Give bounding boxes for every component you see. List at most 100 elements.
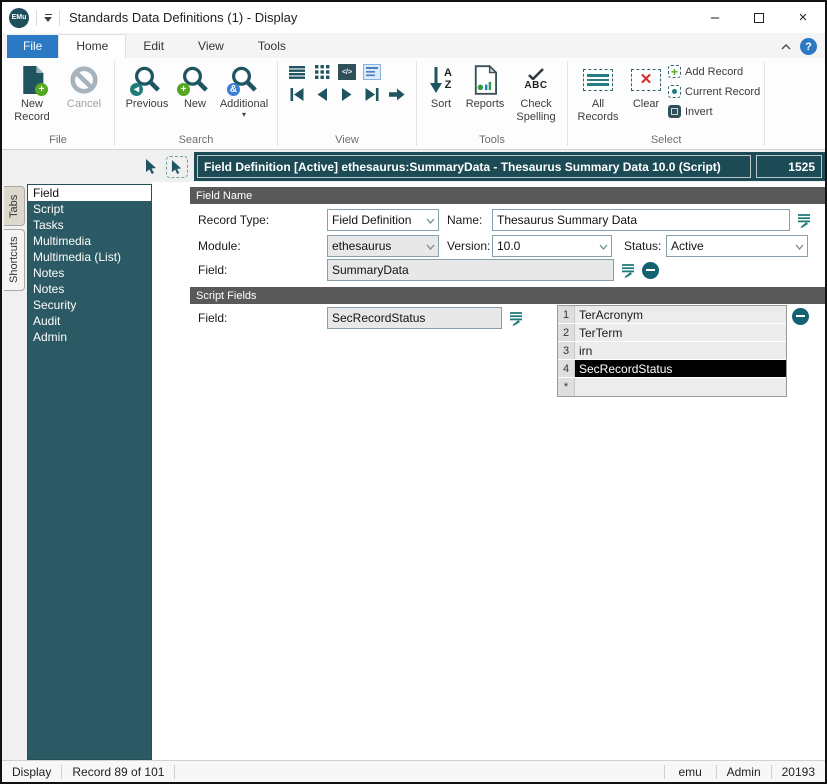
maximize-button[interactable] (737, 2, 781, 33)
record-summary-title: Field Definition [Active] ethesaurus:Sum… (197, 155, 751, 178)
sidebar-item-tasks[interactable]: Tasks (28, 217, 151, 233)
new-record-icon: + (18, 62, 46, 98)
row-number: 2 (558, 324, 575, 341)
invert-selection-button[interactable]: Invert (668, 103, 760, 120)
emu-app-icon[interactable]: EMu (9, 8, 29, 28)
side-tab-strip: Tabs Shortcuts (2, 182, 27, 760)
maximize-icon (754, 13, 764, 23)
status-select[interactable]: Active (666, 235, 808, 257)
previous-record-icon[interactable] (313, 86, 331, 102)
sidebar-item-multimedia[interactable]: Multimedia (28, 233, 151, 249)
group-label-tools: Tools (421, 134, 563, 149)
new-search-button[interactable]: + New (175, 61, 215, 111)
sort-button[interactable]: AZ Sort (421, 61, 461, 111)
plus-icon: + (35, 83, 48, 96)
script-field-field[interactable]: SecRecordStatus (327, 307, 502, 329)
invert-selection-icon (668, 105, 681, 118)
sidebar-item-notes[interactable]: Notes (28, 265, 151, 281)
script-fields-list: 1 TerAcronym 2 TerTerm 3 irn 4 SecRecord… (557, 305, 787, 397)
side-tab-tabs[interactable]: Tabs (4, 186, 25, 226)
list-item-selected[interactable]: 4 SecRecordStatus (558, 360, 786, 378)
main-content: Field Name Record Type: Field Definition… (152, 182, 825, 760)
row-number: 1 (558, 306, 575, 323)
list-item[interactable]: 2 TerTerm (558, 324, 786, 342)
grid-view-icon[interactable] (313, 64, 331, 80)
sidebar-item-admin[interactable]: Admin (28, 329, 151, 345)
status-session: 20193 (771, 765, 825, 779)
additional-search-button[interactable]: & Additional ▾ (215, 61, 273, 119)
row-number: * (558, 378, 575, 396)
window-title: Standards Data Definitions (1) - Display (69, 10, 297, 25)
group-label-file: File (6, 134, 110, 149)
new-record-button[interactable]: + New Record (6, 61, 58, 124)
tab-file[interactable]: File (7, 35, 58, 58)
version-select[interactable]: 10.0 (492, 235, 612, 257)
first-record-icon[interactable] (288, 86, 306, 102)
tab-view[interactable]: View (181, 35, 241, 58)
last-record-icon[interactable] (363, 86, 381, 102)
collapse-ribbon-icon[interactable] (781, 44, 791, 50)
edit-text-button[interactable] (794, 209, 814, 231)
side-tab-shortcuts[interactable]: Shortcuts (4, 229, 25, 291)
pointer-icon[interactable] (140, 156, 162, 178)
close-button[interactable]: × (781, 2, 825, 33)
detach-field-button[interactable] (640, 259, 660, 281)
tab-home[interactable]: Home (58, 34, 126, 58)
ribbon-group-file: + New Record Cancel File (2, 58, 114, 149)
list-item[interactable]: 3 irn (558, 342, 786, 360)
tab-edit[interactable]: Edit (126, 35, 181, 58)
minimize-button[interactable]: – (693, 2, 737, 33)
add-record-button[interactable]: + Add Record (668, 63, 760, 80)
version-label: Version: (447, 235, 490, 257)
remove-list-row-button[interactable] (790, 305, 810, 327)
record-type-select[interactable]: Field Definition (327, 209, 439, 231)
details-view-icon[interactable] (363, 64, 381, 80)
ampersand-icon: & (227, 83, 240, 96)
minus-icon (642, 262, 659, 279)
sidebar-item-notes-2[interactable]: Notes (28, 281, 151, 297)
plus-icon: + (177, 83, 190, 96)
next-record-icon[interactable] (338, 86, 356, 102)
field-field[interactable]: SummaryData (327, 259, 614, 281)
title-bar: EMu Standards Data Definitions (1) - Dis… (2, 2, 825, 33)
chevron-down-icon: ▾ (242, 111, 246, 119)
sidebar-item-multimedia-list[interactable]: Multimedia (List) (28, 249, 151, 265)
edit-text-button[interactable] (618, 259, 638, 281)
section-header-field-name: Field Name (190, 187, 826, 204)
chevron-down-icon (599, 239, 611, 253)
current-record-button[interactable]: Current Record (668, 83, 760, 100)
sidebar-item-audit[interactable]: Audit (28, 313, 151, 329)
tab-tools[interactable]: Tools (241, 35, 303, 58)
check-spelling-icon: ABC (524, 62, 547, 98)
add-record-icon: + (668, 65, 681, 78)
reports-button[interactable]: Reports (461, 61, 509, 111)
help-icon[interactable]: ? (800, 38, 817, 55)
sidebar-item-field[interactable]: Field (28, 185, 151, 201)
all-records-button[interactable]: All Records (572, 61, 624, 124)
check-spelling-button[interactable]: ABC Check Spelling (509, 61, 563, 124)
record-header-strip: Field Definition [Active] ethesaurus:Sum… (2, 151, 825, 182)
cancel-icon (69, 62, 99, 98)
quick-access-caret-icon[interactable] (44, 14, 52, 22)
list-view-icon[interactable] (288, 64, 306, 80)
sidebar-item-security[interactable]: Security (28, 297, 151, 313)
row-number: 4 (558, 360, 575, 377)
tab-list-panel: Field Script Tasks Multimedia Multimedia… (27, 184, 152, 760)
select-pointer-icon[interactable] (166, 156, 188, 178)
search-previous-icon: ◂ (132, 62, 162, 98)
code-view-icon[interactable]: </> (338, 64, 356, 80)
group-label-search: Search (119, 134, 273, 149)
list-item[interactable]: 1 TerAcronym (558, 306, 786, 324)
field-label: Field: (198, 259, 227, 281)
divider (764, 61, 765, 146)
module-select[interactable]: ethesaurus (327, 235, 439, 257)
cancel-button[interactable]: Cancel (58, 61, 110, 111)
list-item-new[interactable]: * (558, 378, 786, 396)
goto-record-icon[interactable] (388, 86, 406, 102)
sidebar-item-script[interactable]: Script (28, 201, 151, 217)
section-header-script-fields: Script Fields (190, 287, 826, 304)
name-field[interactable]: Thesaurus Summary Data (492, 209, 790, 231)
clear-selection-button[interactable]: ✕ Clear (624, 61, 668, 111)
previous-search-button[interactable]: ◂ Previous (119, 61, 175, 111)
edit-text-button[interactable] (506, 307, 526, 329)
